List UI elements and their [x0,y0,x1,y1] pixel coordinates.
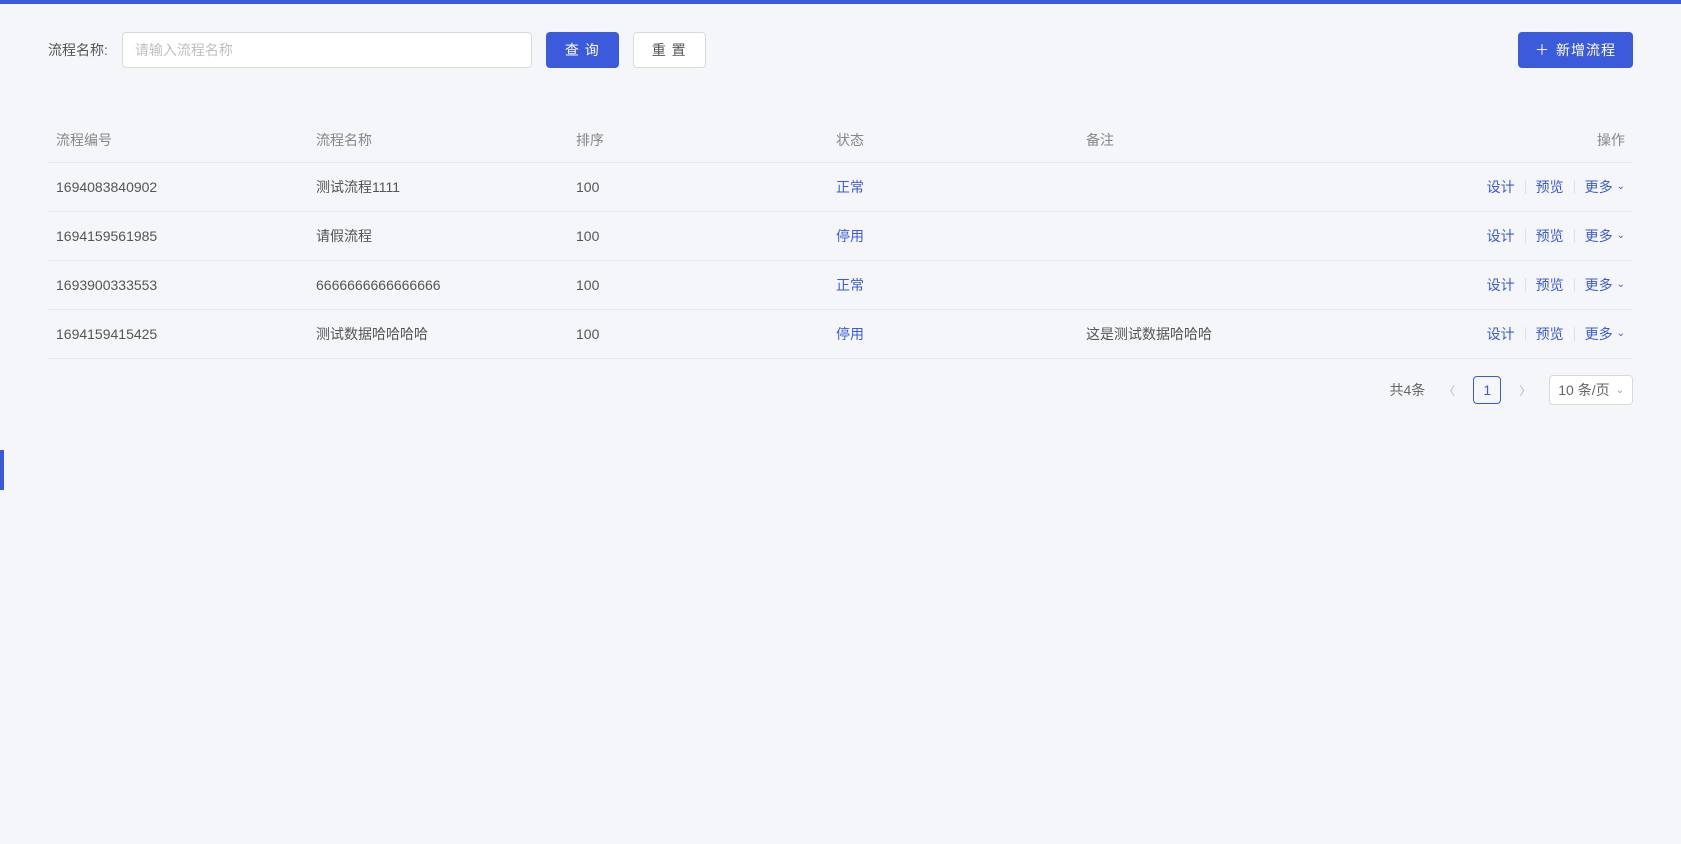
cell-remark [1078,212,1338,261]
main-container: 流程名称: 查 询 重 置 ＋ 新增流程 流程编号 流程名称 排序 状态 备注 … [0,4,1681,433]
status-link[interactable]: 停用 [836,228,864,244]
table-row: 1694159561985 请假流程 100 停用 设计 预览 更多 ⌄ [48,212,1633,261]
table-row: 1694083840902 测试流程1111 100 正常 设计 预览 更多 ⌄ [48,163,1633,212]
preview-link[interactable]: 预览 [1526,327,1575,341]
table-header-row: 流程编号 流程名称 排序 状态 备注 操作 [48,118,1633,163]
design-link[interactable]: 设计 [1477,278,1526,292]
actions-group: 设计 预览 更多 ⌄ [1346,278,1625,292]
page-size-select[interactable]: 10 条/页 ⌄ [1549,375,1633,405]
design-link[interactable]: 设计 [1477,229,1526,243]
th-remark: 备注 [1078,118,1338,163]
preview-link[interactable]: 预览 [1526,229,1575,243]
preview-link[interactable]: 预览 [1526,278,1575,292]
cell-status: 停用 [828,212,1078,261]
cell-remark [1078,261,1338,310]
th-actions: 操作 [1338,118,1633,163]
actions-group: 设计 预览 更多 ⌄ [1346,180,1625,194]
table-row: 1693900333553 6666666666666666 100 正常 设计… [48,261,1633,310]
add-flow-label: 新增流程 [1556,40,1616,60]
cell-sort: 100 [568,212,828,261]
th-id: 流程编号 [48,118,308,163]
status-link[interactable]: 正常 [836,179,864,195]
left-accent-indicator [0,450,4,490]
search-left-group: 流程名称: 查 询 重 置 [48,32,706,68]
cell-name: 测试数据哈哈哈哈 [308,310,568,359]
chevron-down-icon: ⌄ [1616,385,1624,396]
actions-group: 设计 预览 更多 ⌄ [1346,327,1625,341]
status-link[interactable]: 停用 [836,326,864,342]
more-link[interactable]: 更多 ⌄ [1575,327,1625,341]
th-status: 状态 [828,118,1078,163]
chevron-down-icon: ⌄ [1617,231,1625,241]
cell-actions: 设计 预览 更多 ⌄ [1338,310,1633,359]
cell-status: 停用 [828,310,1078,359]
design-link[interactable]: 设计 [1477,327,1526,341]
search-row: 流程名称: 查 询 重 置 ＋ 新增流程 [48,32,1633,68]
chevron-down-icon: ⌄ [1617,280,1625,290]
cell-actions: 设计 预览 更多 ⌄ [1338,212,1633,261]
chevron-down-icon: ⌄ [1617,329,1625,339]
reset-button[interactable]: 重 置 [633,32,706,68]
cell-sort: 100 [568,310,828,359]
cell-status: 正常 [828,163,1078,212]
cell-actions: 设计 预览 更多 ⌄ [1338,261,1633,310]
page-number-1[interactable]: 1 [1473,376,1501,404]
table-row: 1694159415425 测试数据哈哈哈哈 100 停用 这是测试数据哈哈哈 … [48,310,1633,359]
actions-group: 设计 预览 更多 ⌄ [1346,229,1625,243]
cell-sort: 100 [568,261,828,310]
cell-id: 1694159561985 [48,212,308,261]
flow-name-input[interactable] [122,32,532,68]
more-link[interactable]: 更多 ⌄ [1575,180,1625,194]
preview-link[interactable]: 预览 [1526,180,1575,194]
cell-id: 1694159415425 [48,310,308,359]
next-page-button[interactable]: 〉 [1511,376,1539,404]
cell-id: 1693900333553 [48,261,308,310]
search-label: 流程名称: [48,40,108,60]
pagination-total: 共4条 [1389,380,1425,400]
cell-name: 测试流程1111 [308,163,568,212]
flow-table: 流程编号 流程名称 排序 状态 备注 操作 1694083840902 测试流程… [48,118,1633,359]
add-flow-button[interactable]: ＋ 新增流程 [1518,32,1633,68]
chevron-down-icon: ⌄ [1617,182,1625,192]
query-button[interactable]: 查 询 [546,32,619,68]
cell-remark: 这是测试数据哈哈哈 [1078,310,1338,359]
table-body: 1694083840902 测试流程1111 100 正常 设计 预览 更多 ⌄… [48,163,1633,359]
cell-name: 6666666666666666 [308,261,568,310]
cell-actions: 设计 预览 更多 ⌄ [1338,163,1633,212]
cell-id: 1694083840902 [48,163,308,212]
th-sort: 排序 [568,118,828,163]
prev-page-button[interactable]: 〈 [1435,376,1463,404]
cell-remark [1078,163,1338,212]
pagination: 共4条 〈 1 〉 10 条/页 ⌄ [48,375,1633,405]
table-wrapper: 流程编号 流程名称 排序 状态 备注 操作 1694083840902 测试流程… [48,118,1633,359]
th-name: 流程名称 [308,118,568,163]
page-size-label: 10 条/页 [1558,380,1609,400]
cell-sort: 100 [568,163,828,212]
cell-status: 正常 [828,261,1078,310]
more-link[interactable]: 更多 ⌄ [1575,229,1625,243]
cell-name: 请假流程 [308,212,568,261]
status-link[interactable]: 正常 [836,277,864,293]
more-link[interactable]: 更多 ⌄ [1575,278,1625,292]
design-link[interactable]: 设计 [1477,180,1526,194]
plus-icon: ＋ [1535,43,1550,57]
